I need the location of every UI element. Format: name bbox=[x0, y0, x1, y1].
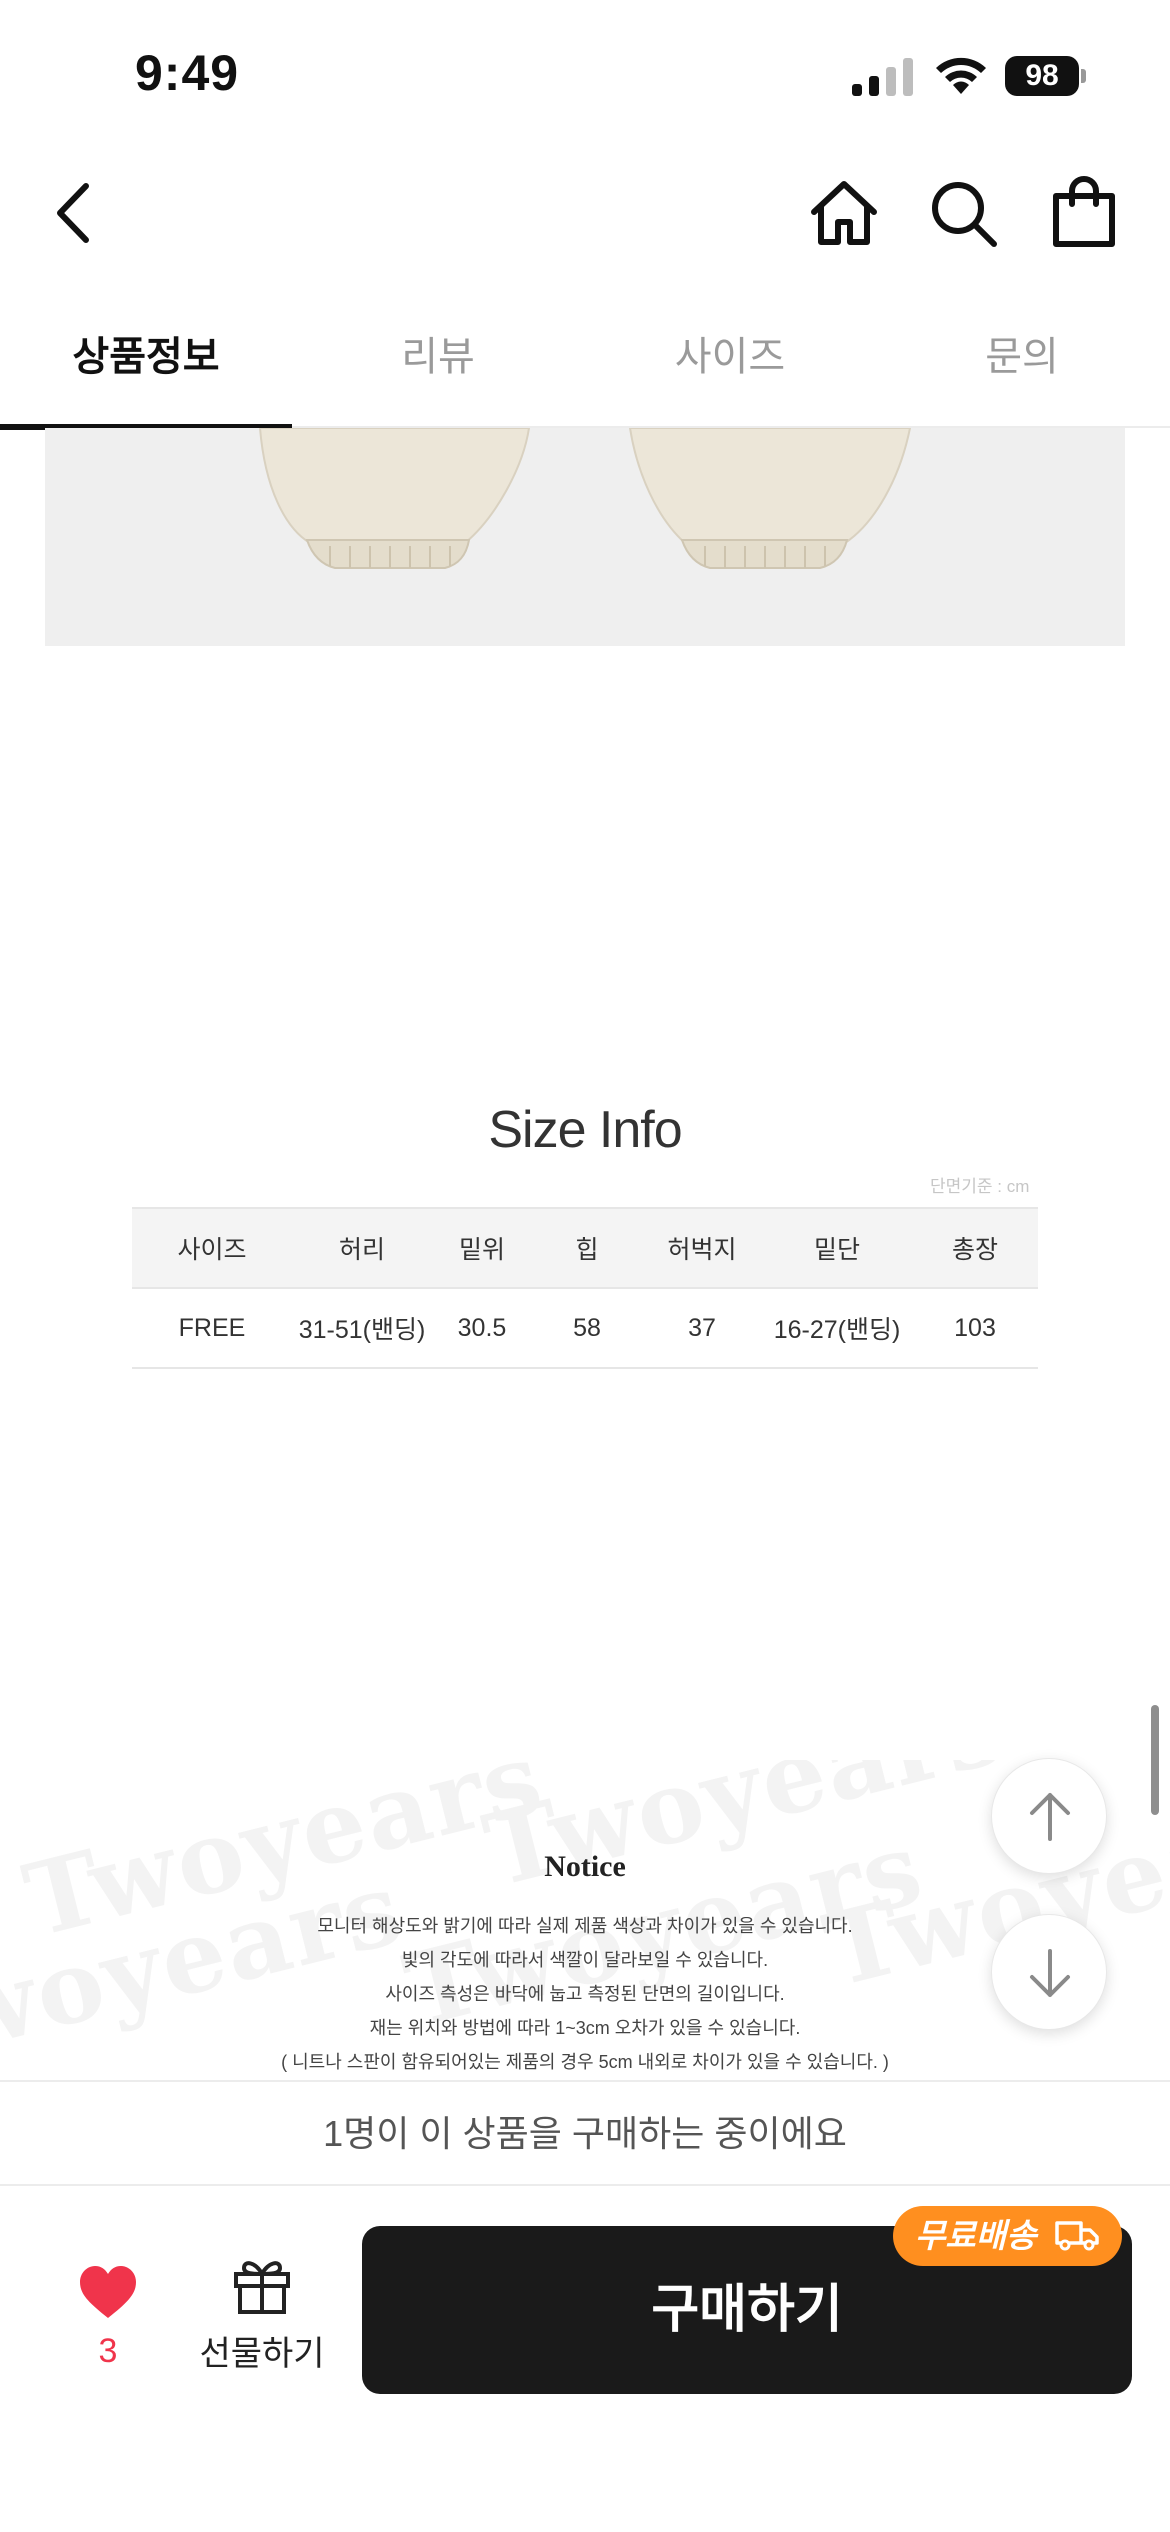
column-header-rise: 밑위 bbox=[432, 1207, 532, 1289]
table-cell: 58 bbox=[532, 1288, 642, 1369]
tab-label: 문의 bbox=[985, 335, 1059, 379]
arrow-up-icon bbox=[1030, 1793, 1070, 1841]
scroll-down-button[interactable] bbox=[991, 1914, 1107, 2030]
scrollbar[interactable] bbox=[1151, 1705, 1159, 1815]
size-table-header-row: 사이즈 허리 밑위 힙 허벅지 밑단 총장 bbox=[132, 1207, 1038, 1289]
table-row: FREE 31-51(밴딩) 30.5 58 37 16-27(밴딩) 103 bbox=[132, 1288, 1038, 1369]
battery-tip bbox=[1081, 69, 1086, 83]
tab-size[interactable]: 사이즈 bbox=[584, 300, 876, 428]
pants-cuffs-illustration bbox=[258, 428, 912, 569]
tab-product-info[interactable]: 상품정보 bbox=[0, 300, 292, 430]
column-header-thigh: 허벅지 bbox=[642, 1207, 762, 1289]
tab-label: 사이즈 bbox=[674, 335, 786, 379]
column-header-size: 사이즈 bbox=[132, 1207, 292, 1289]
notice-line: ( 니트나 스판이 함유되어있는 제품의 경우 5cm 내외로 차이가 있을 수… bbox=[281, 2052, 889, 2072]
column-header-hem: 밑단 bbox=[762, 1207, 912, 1289]
delivery-truck-icon bbox=[1054, 2221, 1099, 2251]
scroll-up-button[interactable] bbox=[991, 1758, 1107, 1874]
size-info-title: Size Info bbox=[488, 1101, 682, 1159]
shopping-bag-icon[interactable] bbox=[1050, 174, 1118, 250]
table-cell: 37 bbox=[642, 1288, 762, 1369]
battery-level: 98 bbox=[1005, 56, 1079, 96]
unit-note: 단면기준 : cm bbox=[930, 1177, 1030, 1196]
like-count: 3 bbox=[98, 2332, 118, 2370]
column-header-length: 총장 bbox=[912, 1207, 1038, 1289]
gift-label: 선물하기 bbox=[199, 2335, 325, 2373]
product-image bbox=[45, 428, 1125, 646]
column-header-hip: 힙 bbox=[532, 1207, 642, 1289]
nav-bar bbox=[0, 160, 1170, 270]
free-shipping-badge: 무료배송 bbox=[893, 2206, 1122, 2266]
battery-indicator: 98 bbox=[1005, 56, 1086, 96]
status-bar: 9:49 98 bbox=[0, 0, 1170, 150]
column-header-waist: 허리 bbox=[292, 1207, 432, 1289]
tab-label: 상품정보 bbox=[72, 335, 220, 379]
bottom-action-bar: 3 선물하기 구매하기 무료배송 bbox=[0, 2186, 1170, 2532]
tab-reviews[interactable]: 리뷰 bbox=[292, 300, 584, 428]
tab-label: 리뷰 bbox=[401, 335, 475, 379]
table-cell: 103 bbox=[912, 1288, 1038, 1369]
arrow-down-icon bbox=[1030, 1949, 1070, 1997]
table-cell: 31-51(밴딩) bbox=[292, 1288, 432, 1369]
buying-now-banner: 1명이 이 상품을 구매하는 중이에요 bbox=[0, 2080, 1170, 2186]
table-cell: 16-27(밴딩) bbox=[762, 1288, 912, 1369]
tab-inquiry[interactable]: 문의 bbox=[876, 300, 1168, 428]
cellular-signal-icon bbox=[852, 58, 913, 96]
wifi-icon bbox=[936, 57, 986, 94]
status-time: 9:49 bbox=[135, 45, 240, 101]
chevron-left-icon[interactable] bbox=[48, 180, 98, 246]
home-icon[interactable] bbox=[808, 178, 880, 248]
table-cell: FREE bbox=[132, 1288, 292, 1369]
table-cell: 30.5 bbox=[432, 1288, 532, 1369]
gift-icon bbox=[234, 2261, 290, 2314]
heart-icon bbox=[80, 2266, 136, 2318]
tab-bar: 상품정보 리뷰 사이즈 문의 bbox=[0, 300, 1170, 430]
search-icon[interactable] bbox=[928, 178, 1000, 250]
free-shipping-label: 무료배송 bbox=[915, 2217, 1037, 2254]
size-table: 사이즈 허리 밑위 힙 허벅지 밑단 총장 FREE 31-51(밴딩) 30.… bbox=[132, 1207, 1038, 1369]
